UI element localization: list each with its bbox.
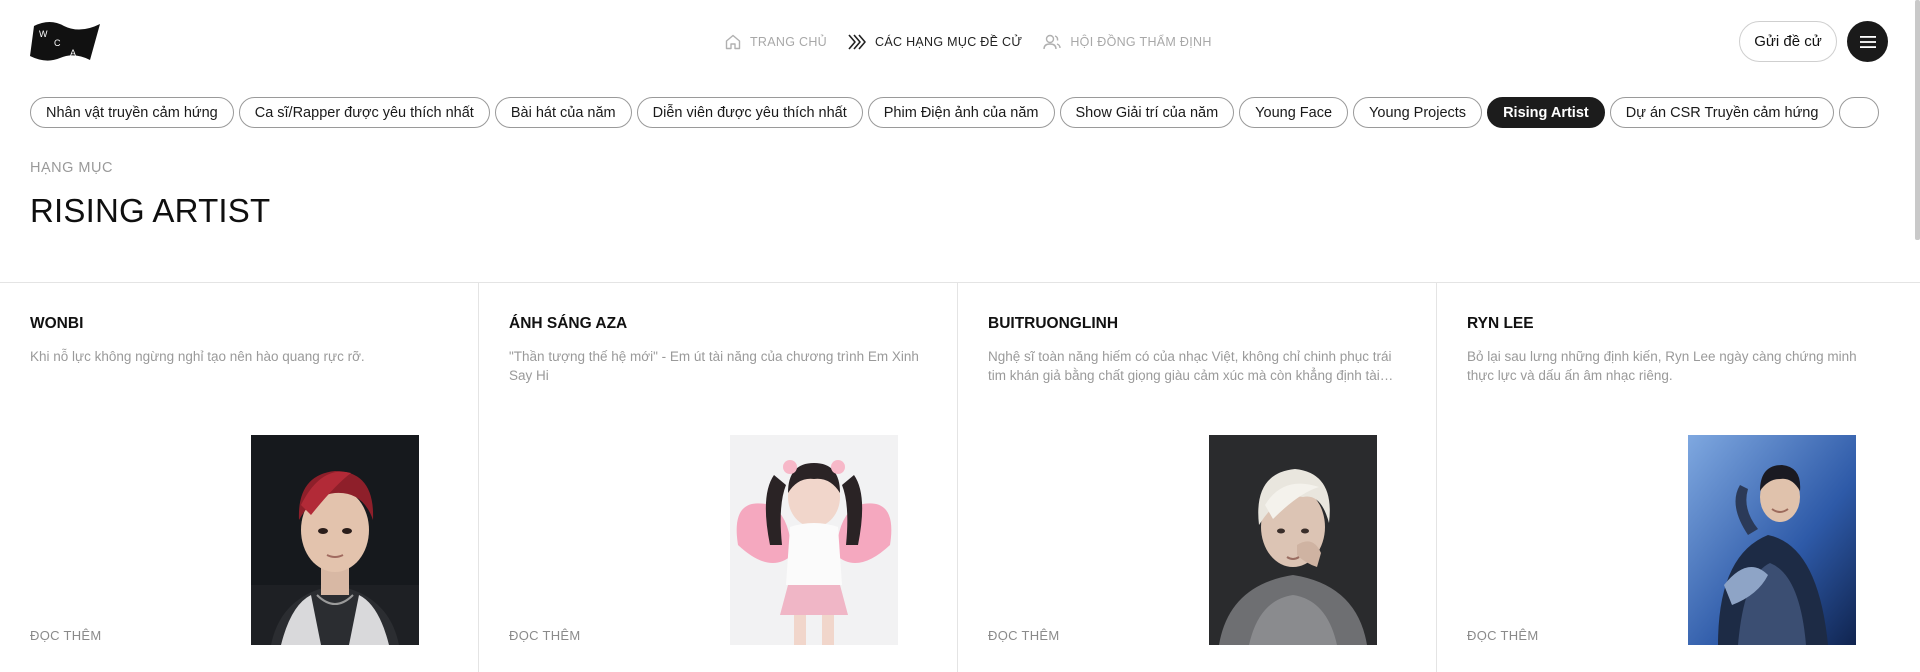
nav-label-jury: HỘI ĐỒNG THẨM ĐỊNH: [1070, 35, 1212, 49]
nominee-name: WONBI: [30, 315, 84, 332]
nominee-name: RYN LEE: [1467, 315, 1534, 332]
tab-nhan-vat-truyen-cam-hung[interactable]: Nhân vật truyền cảm hứng: [30, 97, 234, 128]
nominee-description: Nghệ sĩ toàn năng hiếm có của nhạc Việt,…: [988, 349, 1392, 383]
nav-label-home: TRANG CHỦ: [750, 35, 828, 49]
nav-item-jury[interactable]: HỘI ĐỒNG THẨM ĐỊNH: [1042, 33, 1211, 51]
section-eyebrow: HẠNG MỤC: [30, 160, 113, 176]
menu-button[interactable]: [1847, 21, 1888, 62]
tab-bai-hat-cua-nam[interactable]: Bài hát của năm: [494, 97, 632, 128]
nominee-photo: [730, 435, 898, 645]
nominee-card[interactable]: WONBI Khi nỗ lực không ngừng nghỉ tạo nê…: [0, 283, 479, 672]
nominee-name: ÁNH SÁNG AZA: [509, 315, 628, 332]
nominee-photo: [1688, 435, 1856, 645]
logo-letter-c: C: [54, 38, 61, 48]
logo-letter-w: W: [39, 29, 48, 39]
tab-phim-dien-anh[interactable]: Phim Điện ảnh của năm: [867, 97, 1055, 128]
tab-dien-vien[interactable]: Diễn viên được yêu thích nhất: [636, 97, 863, 128]
nominee-card[interactable]: RYN LEE Bỏ lại sau lưng những định kiến,…: [1437, 283, 1920, 672]
category-tabs: Nhân vật truyền cảm hứng Ca sĩ/Rapper đư…: [30, 97, 1920, 129]
tab-next-category[interactable]: [1839, 97, 1880, 128]
top-navigation: TRANG CHỦ CÁC HẠNG MỤC ĐỀ CỬ HỘI ĐỒNG TH…: [724, 28, 1212, 56]
nominee-photo: [251, 435, 419, 645]
nominee-description: Bỏ lại sau lưng những định kiến, Ryn Lee…: [1467, 349, 1857, 383]
home-icon: [725, 34, 741, 50]
wca-flag-logo-icon: W C A: [30, 22, 100, 61]
wca-logo[interactable]: W C A: [30, 20, 102, 62]
nav-label-categories: CÁC HẠNG MỤC ĐỀ CỬ: [875, 35, 1023, 49]
nominee-description: Khi nỗ lực không ngừng nghỉ tạo nên hào …: [30, 349, 365, 364]
logo-letter-a: A: [70, 48, 76, 58]
nominate-button[interactable]: Gửi đề cử: [1739, 21, 1837, 62]
tab-show-giai-tri[interactable]: Show Giải trí của năm: [1059, 97, 1235, 128]
nominee-card[interactable]: BUITRUONGLINH Nghệ sĩ toàn năng hiếm có …: [958, 283, 1437, 672]
nominee-card[interactable]: ÁNH SÁNG AZA "Thần tượng thế hệ mới" - E…: [479, 283, 958, 672]
read-more-link[interactable]: ĐỌC THÊM: [988, 628, 1060, 643]
tab-du-an-csr[interactable]: Dự án CSR Truyền cảm hứng: [1609, 97, 1835, 128]
users-icon: [1043, 34, 1062, 50]
hamburger-menu-icon: [1859, 35, 1876, 48]
nav-item-home[interactable]: TRANG CHỦ: [724, 33, 827, 51]
tab-young-projects[interactable]: Young Projects: [1353, 97, 1483, 128]
nominee-description: "Thần tượng thế hệ mới" - Em út tài năng…: [509, 349, 919, 383]
chevrons-icon: [848, 34, 866, 50]
read-more-link[interactable]: ĐỌC THÊM: [1467, 628, 1539, 643]
read-more-link[interactable]: ĐỌC THÊM: [30, 628, 102, 643]
page-title: RISING ARTIST: [30, 192, 271, 229]
tab-young-face[interactable]: Young Face: [1239, 97, 1349, 128]
read-more-link[interactable]: ĐỌC THÊM: [509, 628, 581, 643]
nominee-photo: [1209, 435, 1377, 645]
nav-item-categories[interactable]: CÁC HẠNG MỤC ĐỀ CỬ: [847, 33, 1022, 51]
tab-ca-si-rapper[interactable]: Ca sĩ/Rapper được yêu thích nhất: [238, 97, 490, 128]
nominee-grid: WONBI Khi nỗ lực không ngừng nghỉ tạo nê…: [0, 282, 1920, 672]
tab-rising-artist[interactable]: Rising Artist: [1487, 97, 1605, 128]
nominee-name: BUITRUONGLINH: [988, 315, 1119, 332]
site-header: W C A TRANG CHỦ CÁC HẠNG MỤC ĐỀ CỬ HỘI Đ…: [0, 0, 1920, 84]
